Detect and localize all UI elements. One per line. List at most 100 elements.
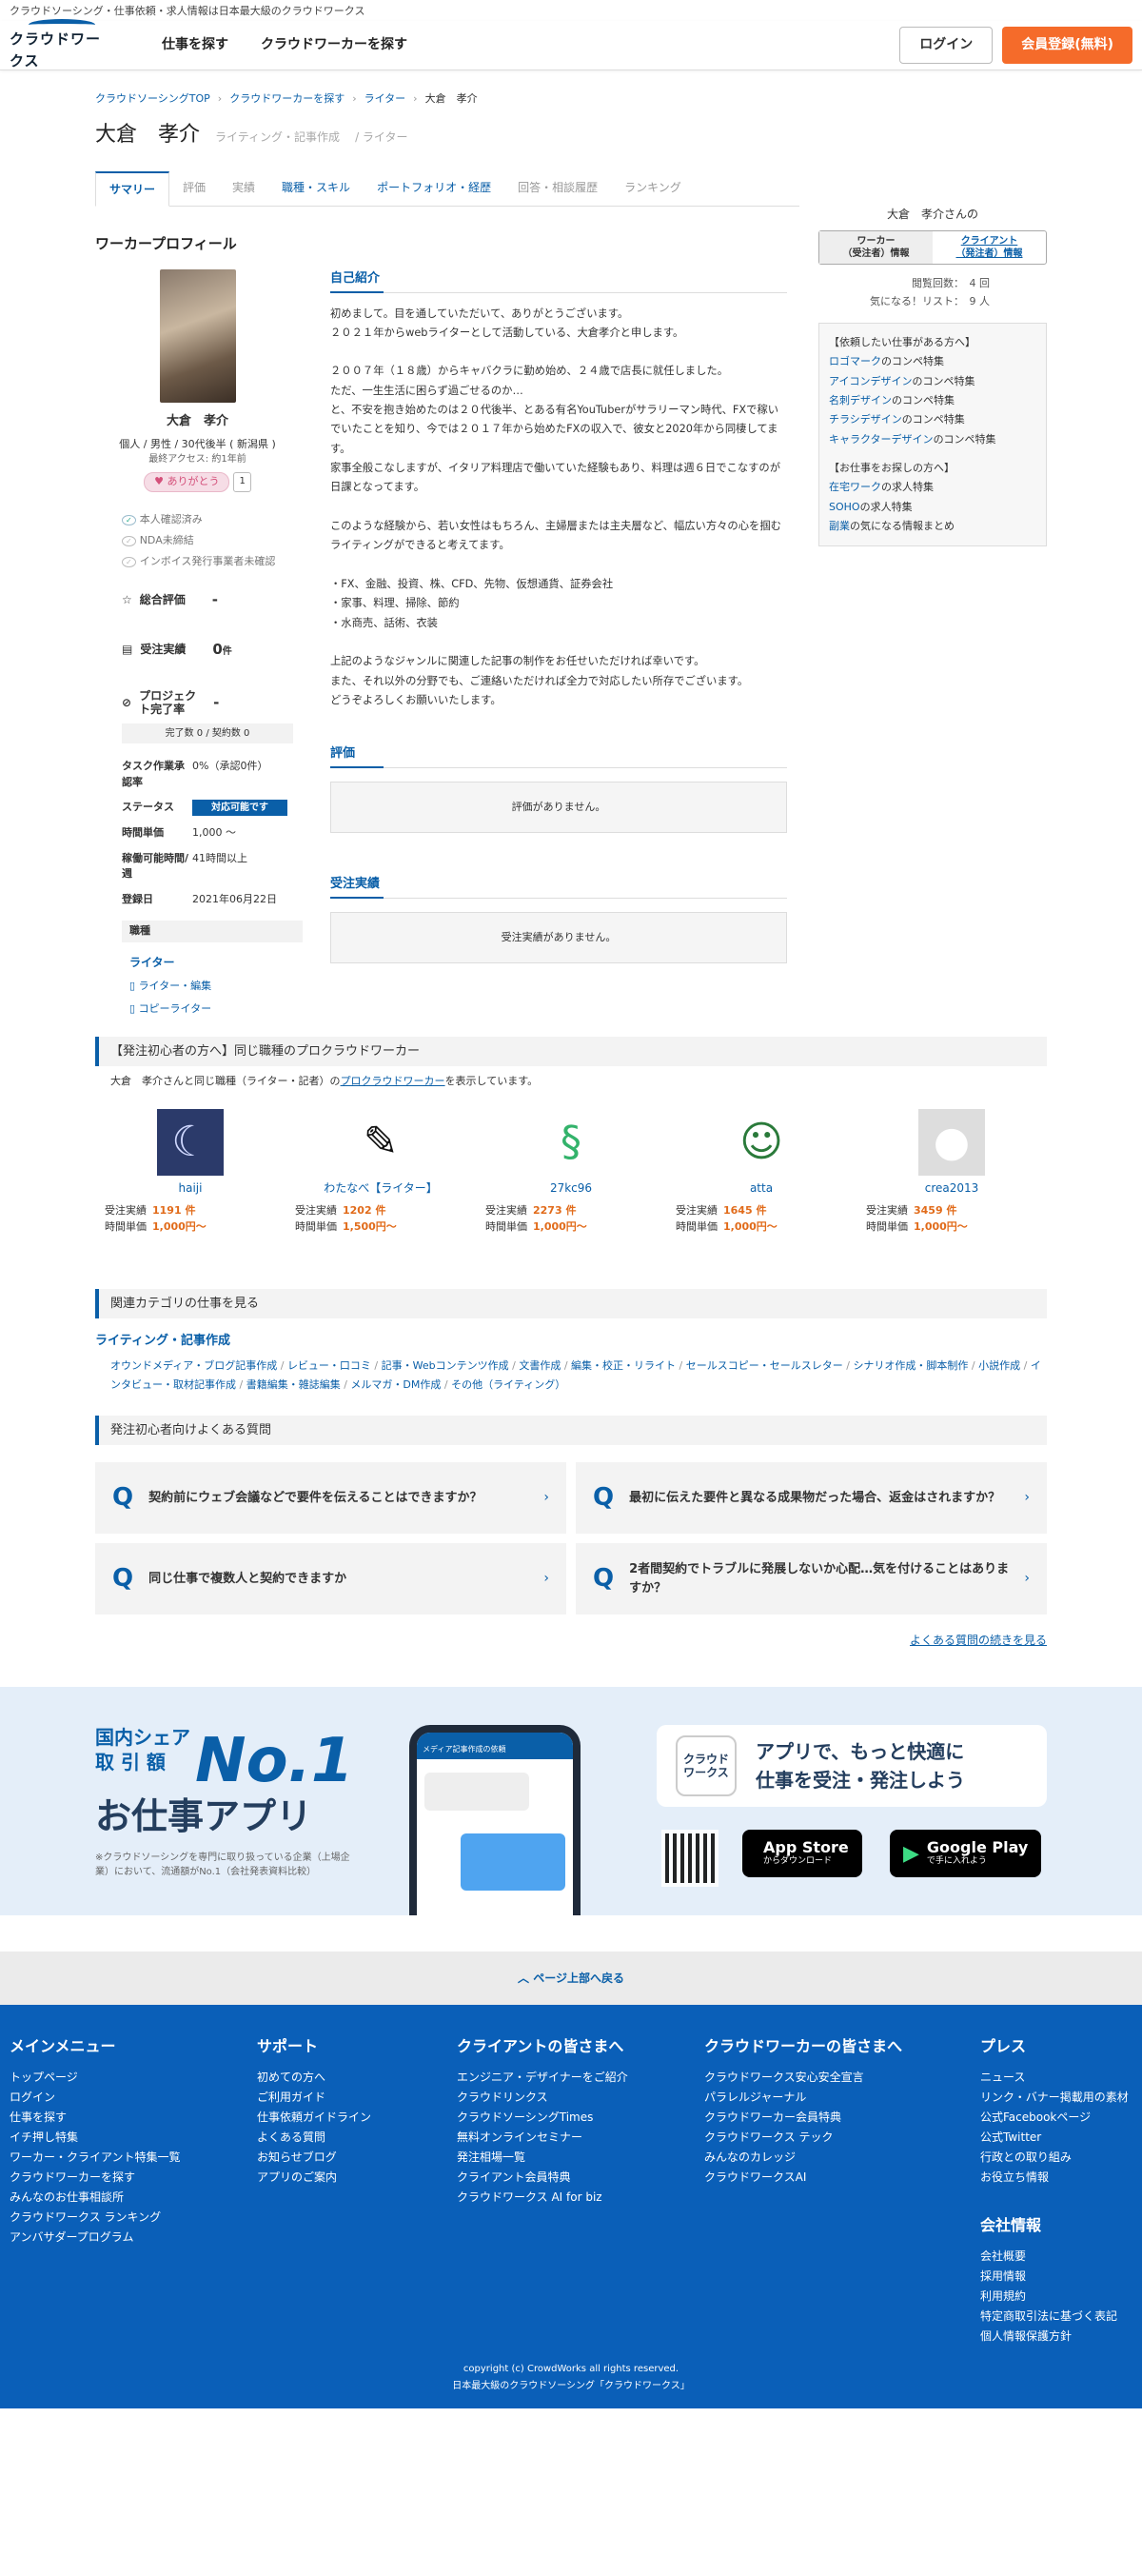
job-category-sub[interactable]: ▯ ライター・編集	[129, 979, 303, 995]
footer-link[interactable]: お役立ち情報	[980, 2168, 1132, 2188]
faq-item[interactable]: Q 同じ仕事で複数人と契約できますか ›	[95, 1543, 566, 1615]
related-link[interactable]: オウンドメディア・ブログ記事作成	[110, 1359, 277, 1372]
feature-link[interactable]: 在宅ワーク	[829, 481, 881, 493]
related-link[interactable]: 編集・校正・リライト	[571, 1359, 676, 1372]
tab-skills[interactable]: 職種・スキル	[268, 171, 364, 206]
footer-link[interactable]: ワーカー・クライアント特集一覧	[10, 2148, 257, 2168]
footer-link[interactable]: ご利用ガイド	[257, 2088, 457, 2108]
footer-link[interactable]: 特定商取引法に基づく表記	[980, 2307, 1132, 2327]
login-button[interactable]: ログイン	[899, 27, 994, 64]
worker-card[interactable]: ☺ atta 受注実績 1645 件時間単価 1,000円〜	[666, 1108, 856, 1236]
breadcrumb-top[interactable]: クラウドソーシングTOP	[95, 91, 210, 108]
footer-link[interactable]: 仕事依頼ガイドライン	[257, 2108, 457, 2128]
footer-link[interactable]: 公式Facebookページ	[980, 2108, 1132, 2128]
pro-worker-link[interactable]: プロクラウドワーカー	[341, 1075, 445, 1087]
back-to-top[interactable]: ︿ ページ上部へ戻る	[0, 1952, 1142, 2006]
footer-link[interactable]: クラウドワークス AI for biz	[457, 2188, 704, 2208]
worker-card[interactable]: ✎ わたなべ【ライター】 受注実績 1202 件時間単価 1,500円〜	[286, 1108, 476, 1236]
footer-link[interactable]: イチ押し特集	[10, 2128, 257, 2148]
google-play-button[interactable]: ▶ Google Play で手に入れよう	[890, 1830, 1042, 1878]
footer-link[interactable]: 無料オンラインセミナー	[457, 2128, 704, 2148]
related-link[interactable]: メルマガ・DM作成	[350, 1378, 441, 1391]
footer-link[interactable]: 行政との取り組み	[980, 2148, 1132, 2168]
related-link[interactable]: 書籍編集・雑誌編集	[246, 1378, 341, 1391]
worker-card[interactable]: ● crea2013 受注実績 3459 件時間単価 1,000円〜	[856, 1108, 1047, 1236]
tab-ranking[interactable]: ランキング	[611, 171, 695, 206]
tab-summary[interactable]: サマリー	[95, 170, 170, 207]
footer-link[interactable]: クラウドワークス テック	[704, 2128, 980, 2148]
related-link[interactable]: その他（ライティング）	[451, 1378, 565, 1391]
breadcrumb-workers[interactable]: クラウドワーカーを探す	[229, 91, 345, 108]
logo[interactable]: クラウドワークス	[10, 19, 114, 71]
related-category-title[interactable]: ライティング・記事作成	[95, 1332, 1047, 1351]
client-info-tab[interactable]: クライアント （発注者）情報	[933, 231, 1046, 264]
job-category-sub[interactable]: ▯ コピーライター	[129, 1001, 303, 1018]
faq-item[interactable]: Q 2者間契約でトラブルに発展しないか心配…気を付けることはありますか？ ›	[576, 1543, 1047, 1615]
footer-link[interactable]: クラウドワークスAI	[704, 2168, 980, 2188]
thanks-button[interactable]: ♥ ありがとう	[144, 472, 230, 492]
footer-link[interactable]: クライアント会員特典	[457, 2168, 704, 2188]
worker-card[interactable]: § 27kc96 受注実績 2273 件時間単価 1,000円〜	[476, 1108, 666, 1236]
worker-name[interactable]: crea2013	[856, 1179, 1047, 1197]
footer-link[interactable]: リンク・バナー掲載用の素材	[980, 2088, 1132, 2108]
footer-link[interactable]: クラウドリンクス	[457, 2088, 704, 2108]
feature-link[interactable]: 名刺デザイン	[829, 394, 892, 406]
footer-link[interactable]: 仕事を探す	[10, 2108, 257, 2128]
tab-achievements[interactable]: 実績	[219, 171, 268, 206]
job-category-main[interactable]: ライター	[129, 954, 303, 971]
footer-link[interactable]: パラレルジャーナル	[704, 2088, 980, 2108]
tab-portfolio[interactable]: ポートフォリオ・経歴	[364, 171, 504, 206]
footer-link[interactable]: 公式Twitter	[980, 2128, 1132, 2148]
footer-link[interactable]: エンジニア・デザイナーをご紹介	[457, 2068, 704, 2088]
footer-link[interactable]: クラウドワーカー会員特典	[704, 2108, 980, 2128]
feature-link[interactable]: キャラクターデザイン	[829, 433, 934, 446]
faq-question: 同じ仕事で複数人と契約できますか	[148, 1571, 347, 1586]
footer-link[interactable]: 発注相場一覧	[457, 2148, 704, 2168]
feature-link[interactable]: ロゴマーク	[829, 355, 881, 367]
tab-answers[interactable]: 回答・相談履歴	[504, 171, 611, 206]
worker-info-tab[interactable]: ワーカー （受注者）情報	[819, 231, 933, 264]
related-link[interactable]: 記事・Webコンテンツ作成	[382, 1359, 509, 1372]
footer-link[interactable]: 初めての方へ	[257, 2068, 457, 2088]
footer-link[interactable]: みんなのカレッジ	[704, 2148, 980, 2168]
related-link[interactable]: 小説作成	[978, 1359, 1020, 1372]
footer-link[interactable]: 会社概要	[980, 2247, 1132, 2267]
worker-name[interactable]: atta	[666, 1179, 856, 1197]
feature-link[interactable]: SOHO	[829, 501, 860, 513]
related-link[interactable]: セールスコピー・セールスレター	[686, 1359, 843, 1372]
feature-link[interactable]: 副業	[829, 520, 850, 532]
worker-name[interactable]: haiji	[95, 1179, 286, 1197]
app-store-button[interactable]: App Store からダウンロード	[742, 1830, 862, 1878]
worker-name[interactable]: わたなべ【ライター】	[286, 1179, 476, 1197]
footer-link[interactable]: アプリのご案内	[257, 2168, 457, 2188]
related-link[interactable]: 文書作成	[519, 1359, 561, 1372]
nav-find-workers[interactable]: クラウドワーカーを探す	[261, 35, 407, 55]
feature-link[interactable]: チラシデザイン	[829, 413, 902, 426]
footer-link[interactable]: ニュース	[980, 2068, 1132, 2088]
nav-find-jobs[interactable]: 仕事を探す	[162, 35, 228, 55]
footer-link[interactable]: クラウドワーカーを探す	[10, 2168, 257, 2188]
feature-link[interactable]: アイコンデザイン	[829, 375, 912, 387]
footer-link[interactable]: 採用情報	[980, 2267, 1132, 2287]
related-link[interactable]: シナリオ作成・脚本制作	[853, 1359, 968, 1372]
faq-more-link[interactable]: よくある質問の続きを見る	[95, 1632, 1047, 1649]
footer-link[interactable]: アンバサダープログラム	[10, 2228, 257, 2248]
signup-button[interactable]: 会員登録(無料)	[1002, 27, 1132, 64]
footer-link[interactable]: ログイン	[10, 2088, 257, 2108]
worker-card[interactable]: ☾ haiji 受注実績 1191 件時間単価 1,000円〜	[95, 1108, 286, 1236]
footer-link[interactable]: 利用規約	[980, 2287, 1132, 2307]
footer-link[interactable]: クラウドワークス ランキング	[10, 2208, 257, 2228]
faq-item[interactable]: Q 最初に伝えた要件と異なる成果物だった場合、返金はされますか？ ›	[576, 1462, 1047, 1535]
footer-link[interactable]: トップページ	[10, 2068, 257, 2088]
footer-link[interactable]: クラウドソーシングTimes	[457, 2108, 704, 2128]
worker-name[interactable]: 27kc96	[476, 1179, 666, 1197]
footer-link[interactable]: よくある質問	[257, 2128, 457, 2148]
related-link[interactable]: レビュー・口コミ	[287, 1359, 371, 1372]
footer-link[interactable]: クラウドワークス安心安全宣言	[704, 2068, 980, 2088]
tab-reviews[interactable]: 評価	[169, 171, 219, 206]
faq-item[interactable]: Q 契約前にウェブ会議などで要件を伝えることはできますか？ ›	[95, 1462, 566, 1535]
footer-link[interactable]: 個人情報保護方針	[980, 2327, 1132, 2347]
footer-link[interactable]: みんなのお仕事相談所	[10, 2188, 257, 2208]
footer-link[interactable]: お知らせブログ	[257, 2148, 457, 2168]
breadcrumb-writer[interactable]: ライター	[364, 91, 406, 108]
